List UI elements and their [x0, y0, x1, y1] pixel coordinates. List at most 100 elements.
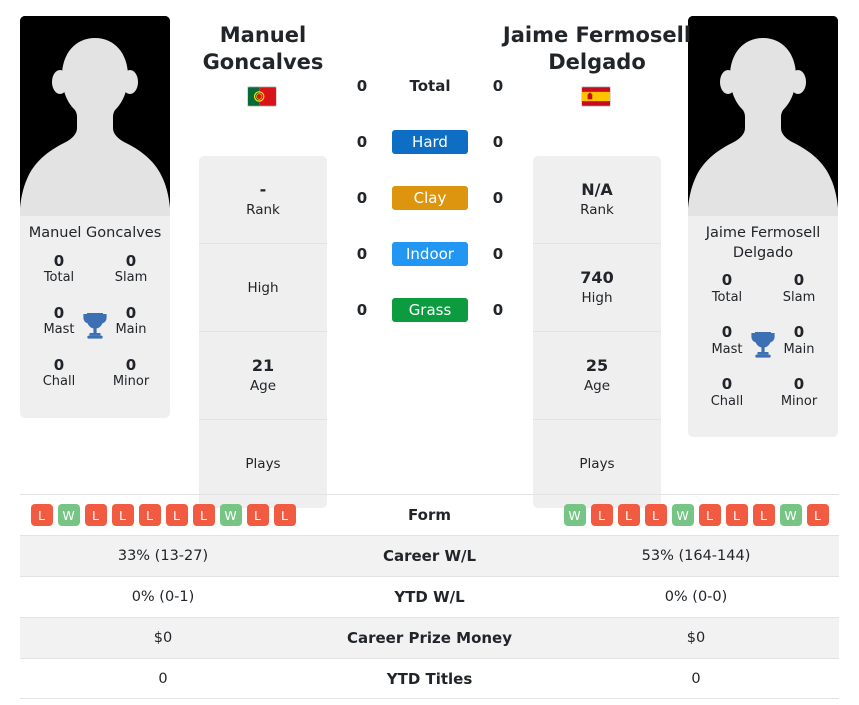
title-label: Main [783, 341, 815, 357]
player-photo-left [20, 16, 170, 216]
titles-row: 0 Mast 0 Main [20, 304, 170, 356]
form-badge-loss[interactable]: L [752, 504, 775, 526]
stat-label: YTD W/L [394, 588, 465, 606]
form-badge-loss[interactable]: L [644, 504, 667, 526]
title-stat-total: 0 Total [30, 252, 88, 304]
trophy-icon [81, 310, 109, 344]
title-label: Mast [43, 322, 75, 338]
surface-count-left: 0 [356, 77, 368, 95]
stat-value-right: $0 [686, 630, 706, 646]
title-stat-minor: 0 Minor [102, 356, 160, 408]
title-label: Total [43, 270, 75, 286]
form-badge-loss[interactable]: L [617, 504, 640, 526]
form-badge-loss[interactable]: L [192, 504, 215, 526]
stat-value-right: 0 [691, 670, 701, 687]
trophy-icon [749, 329, 777, 363]
form-badge-loss[interactable]: L [111, 504, 134, 526]
surface-label-wrap: Clay [384, 186, 476, 210]
surface-label-hard[interactable]: Hard [392, 130, 468, 154]
player-photo-right [688, 16, 838, 216]
info-value: 740 [580, 267, 614, 287]
form-badge-loss[interactable]: L [590, 504, 613, 526]
titles-grid-left: 0 Total 0 Slam 0 Mast 0 Main 0 Chall 0 M… [20, 250, 170, 418]
player-name-right[interactable]: Jaime Fermosell Delgado [497, 22, 697, 76]
player-comparison-page: Manuel Goncalves 0 Total 0 Slam 0 Mast 0… [0, 0, 859, 705]
surface-label-total: Total [409, 77, 451, 95]
form-badge-win[interactable]: W [563, 504, 586, 526]
surface-count-left: 0 [356, 189, 368, 207]
form-badge-win[interactable]: W [219, 504, 242, 526]
info-rank-left: - Rank [199, 156, 327, 244]
title-label: Main [115, 322, 147, 338]
info-value: - [259, 179, 267, 199]
form-badge-loss[interactable]: L [165, 504, 188, 526]
flag-spain-icon [581, 86, 611, 107]
title-value: 0 [53, 303, 65, 322]
info-label: Rank [246, 201, 280, 218]
stat-label: YTD Titles [386, 669, 473, 688]
player-card-left[interactable]: Manuel Goncalves 0 Total 0 Slam 0 Mast 0… [20, 16, 170, 418]
form-badge-loss[interactable]: L [806, 504, 829, 526]
title-stat-chall: 0 Chall [30, 356, 88, 408]
surface-count-right: 0 [492, 301, 504, 319]
form-badge-win[interactable]: W [57, 504, 80, 526]
title-value: 0 [125, 251, 137, 270]
player-photo-name-right: Jaime Fermosell Delgado [705, 225, 821, 261]
title-label: Slam [114, 270, 148, 286]
surface-row-clay: 0 Clay 0 [340, 170, 520, 226]
form-badge-loss[interactable]: L [84, 504, 107, 526]
info-high-left: High [199, 244, 327, 332]
stat-label: Form [408, 506, 451, 524]
info-age-left: 21 Age [199, 332, 327, 420]
form-badge-loss[interactable]: L [30, 504, 53, 526]
player-card-right[interactable]: Jaime Fermosell Delgado 0 Total 0 Slam 0 [688, 16, 838, 438]
stat-value-right: 0% (0-0) [664, 589, 728, 605]
info-label: Age [583, 377, 611, 394]
surface-label-wrap: Indoor [384, 242, 476, 266]
form-badge-loss[interactable]: L [725, 504, 748, 526]
form-badge-loss[interactable]: L [698, 504, 721, 526]
title-value: 0 [53, 355, 65, 374]
comparison-header: Manuel Goncalves 0 Total 0 Slam 0 Mast 0… [0, 0, 859, 508]
info-label: Plays [245, 456, 281, 473]
table-row: L W L L L L L W L L Form W L L L W L L L W L [20, 494, 839, 535]
title-stat-slam: 0 Slam [102, 252, 160, 304]
title-label: Chall [42, 374, 76, 390]
surface-row-indoor: 0 Indoor 0 [340, 226, 520, 282]
player-name-left[interactable]: Manuel Goncalves [163, 22, 363, 76]
title-value: 0 [721, 323, 733, 342]
form-badge-loss[interactable]: L [273, 504, 296, 526]
surface-row-hard: 0 Hard 0 [340, 114, 520, 170]
info-age-right: 25 Age [533, 332, 661, 420]
title-value: 0 [793, 323, 805, 342]
info-label: Rank [580, 201, 614, 218]
surface-row-total: 0 Total 0 [340, 58, 520, 114]
player-silhouette-icon [688, 16, 838, 216]
player-silhouette-icon [20, 16, 170, 216]
table-row: 0% (0-1) YTD W/L 0% (0-0) [20, 576, 839, 617]
form-badge-win[interactable]: W [671, 504, 694, 526]
stat-value-left: $0 [153, 630, 173, 646]
info-card-right: N/A Rank 740 High 25 Age Plays [533, 156, 661, 508]
form-badge-win[interactable]: W [779, 504, 802, 526]
surface-label-clay[interactable]: Clay [392, 186, 468, 210]
title-label: Total [711, 289, 743, 305]
flag-portugal-icon [247, 86, 277, 107]
title-stat-main: 0 Main [102, 304, 160, 356]
surface-count-left: 0 [356, 301, 368, 319]
title-label: Chall [710, 393, 744, 409]
info-label: High [581, 289, 613, 306]
table-row: 33% (13-27) Career W/L 53% (164-144) [20, 535, 839, 576]
form-strip-right: WLLLWLLLWL [563, 504, 829, 526]
title-value: 0 [125, 303, 137, 322]
surface-titles-column: 0 Total 0 0 Hard 0 0 Clay 0 0 Indoor 0 0 Grass 0 [340, 58, 520, 338]
surface-count-right: 0 [492, 245, 504, 263]
form-badge-loss[interactable]: L [138, 504, 161, 526]
stat-value-right: WLLLWLLLWL [553, 504, 839, 526]
titles-row: 0 Total 0 Slam [688, 271, 838, 323]
player-photo-name-left: Manuel Goncalves [28, 225, 162, 241]
form-badge-loss[interactable]: L [246, 504, 269, 526]
surface-label-grass[interactable]: Grass [392, 298, 468, 322]
surface-label-indoor[interactable]: Indoor [392, 242, 468, 266]
info-label: Age [249, 377, 277, 394]
